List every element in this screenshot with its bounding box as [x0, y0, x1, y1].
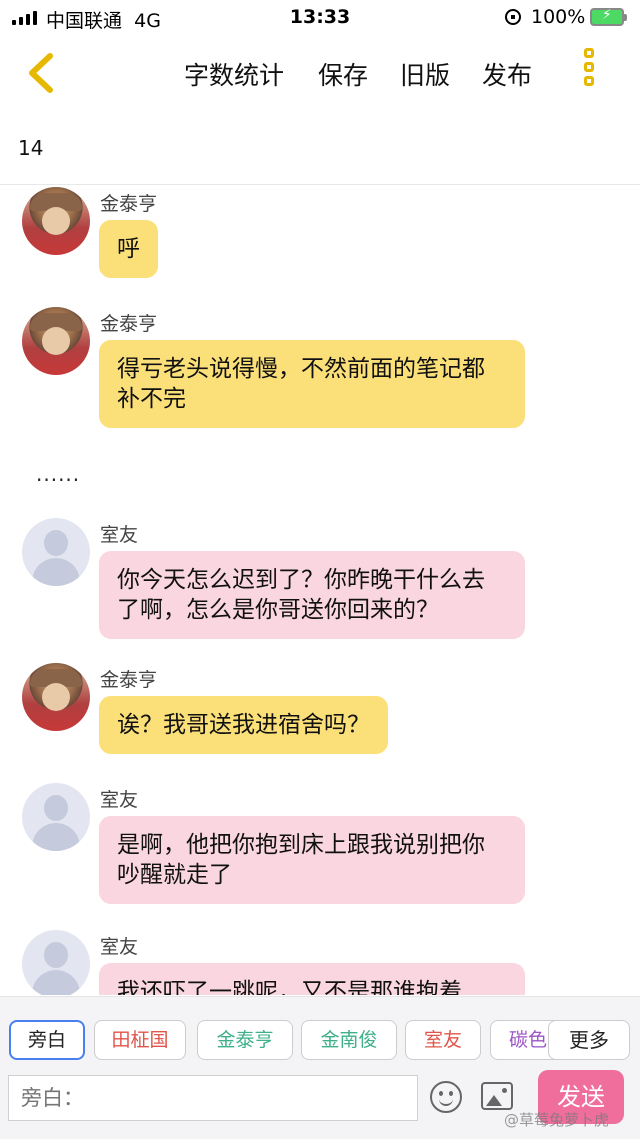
role-chip[interactable]: 田柾国 — [94, 1020, 186, 1060]
sender-name: 室友 — [100, 936, 139, 958]
role-selector: 旁白 田柾国 金泰亨 金南俊 室友 碳色 更多 — [0, 996, 640, 1077]
message-bubble: 诶？我哥送我进宿舍吗？ — [99, 696, 388, 754]
back-button[interactable] — [22, 52, 62, 94]
sender-name: 金泰亨 — [100, 193, 158, 215]
role-chip-narration[interactable]: 旁白 — [9, 1020, 85, 1060]
role-chip[interactable]: 金泰亨 — [197, 1020, 293, 1060]
avatar — [22, 187, 90, 255]
message-bubble: 我还吓了一跳呢，又不是那谁抱着 — [99, 963, 525, 995]
avatar — [22, 663, 90, 731]
avatar — [22, 930, 90, 995]
more-menu-icon[interactable] — [578, 48, 600, 98]
sender-name: 金泰亨 — [100, 669, 158, 691]
battery-percent: 100% — [531, 6, 586, 28]
message-bubble: 是啊，他把你抱到床上跟我说别把你吵醒就走了 — [99, 816, 525, 904]
watermark: @草莓兔萝卜虎 — [504, 1111, 610, 1129]
role-chip[interactable]: 金南俊 — [301, 1020, 397, 1060]
avatar — [22, 783, 90, 851]
battery-icon: ⚡ — [590, 7, 627, 26]
narration-text: ...... — [36, 462, 81, 486]
message-bubble: 呼 — [99, 220, 158, 278]
sender-name: 室友 — [100, 789, 139, 811]
publish-button[interactable]: 发布 — [482, 56, 532, 92]
status-bar: 中国联通 4G 13:33 100% ⚡ — [0, 0, 640, 36]
sender-name: 金泰亨 — [100, 313, 158, 335]
chat-area[interactable]: 金泰亨 呼 金泰亨 得亏老头说得慢，不然前面的笔记都补不完 ...... 室友 … — [0, 185, 640, 995]
rotation-lock-icon — [505, 9, 521, 25]
message-input[interactable] — [8, 1075, 418, 1121]
image-icon[interactable] — [481, 1082, 513, 1110]
chevron-left-icon — [29, 53, 53, 93]
old-version-button[interactable]: 旧版 — [400, 56, 450, 92]
more-roles-button[interactable]: 更多 — [548, 1020, 630, 1060]
word-count-row: 14 — [0, 108, 640, 185]
word-count-button[interactable]: 字数统计 — [184, 56, 284, 92]
avatar — [22, 307, 90, 375]
avatar — [22, 518, 90, 586]
word-count-value: 14 — [18, 136, 44, 160]
sender-name: 室友 — [100, 524, 139, 546]
emoji-icon[interactable] — [430, 1081, 462, 1113]
save-button[interactable]: 保存 — [318, 56, 368, 92]
message-bubble: 得亏老头说得慢，不然前面的笔记都补不完 — [99, 340, 525, 428]
message-bubble: 你今天怎么迟到了？你昨晚干什么去了啊，怎么是你哥送你回来的？ — [99, 551, 525, 639]
toolbar: 字数统计 保存 旧版 发布 — [0, 38, 640, 108]
role-chip[interactable]: 室友 — [405, 1020, 481, 1060]
